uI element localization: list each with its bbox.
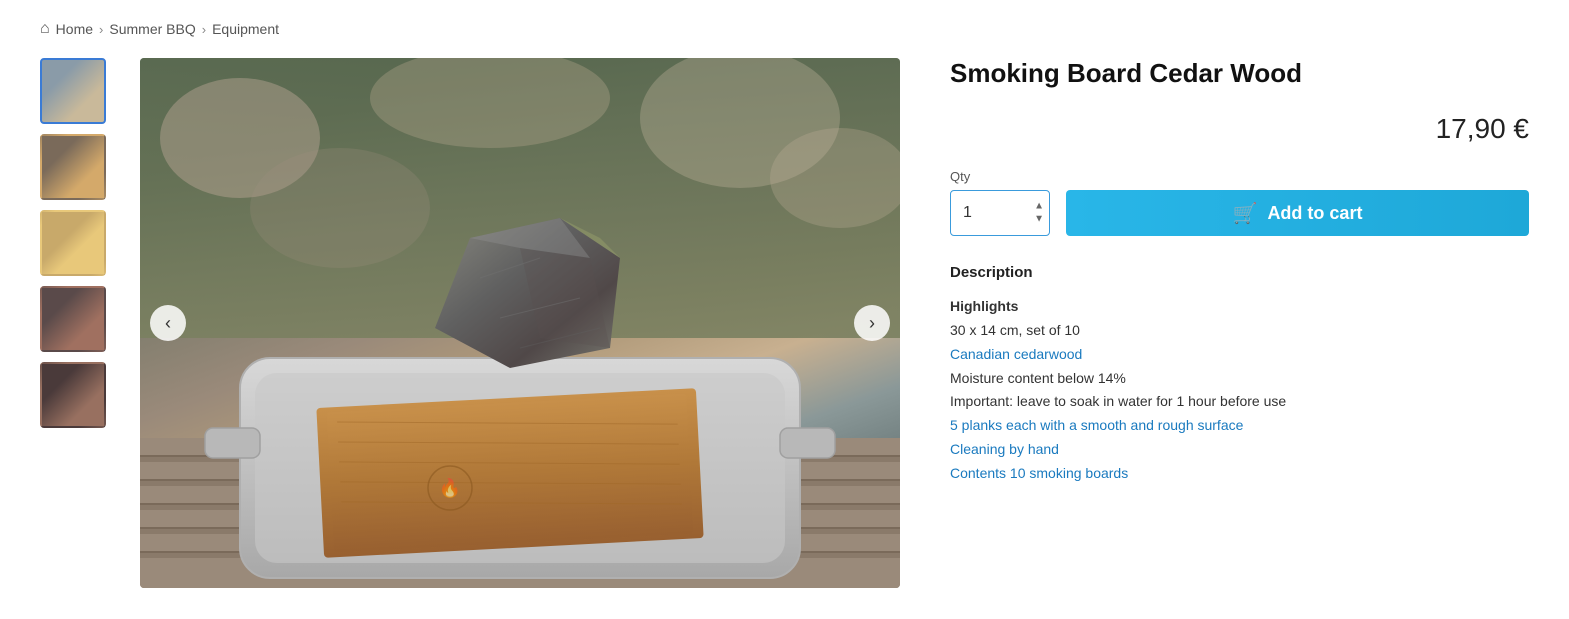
thumbnail-2[interactable] — [40, 134, 106, 200]
qty-input-wrapper: ▲ ▼ — [950, 190, 1050, 236]
add-to-cart-label: Add to cart — [1267, 203, 1362, 224]
description-list-item: Cleaning by hand — [950, 438, 1529, 462]
main-image-wrapper: 🔥 ‹ › — [140, 58, 900, 588]
thumbnail-list — [40, 58, 110, 428]
description-list-item: 30 x 14 cm, set of 10 — [950, 319, 1529, 343]
description-list-item: 5 planks each with a smooth and rough su… — [950, 414, 1529, 438]
product-info: Smoking Board Cedar Wood 17,90 € Qty ▲ ▼… — [930, 58, 1529, 486]
product-title: Smoking Board Cedar Wood — [950, 58, 1529, 89]
home-icon: ⌂ — [40, 20, 50, 38]
description-section: Description Highlights30 x 14 cm, set of… — [950, 264, 1529, 485]
svg-text:🔥: 🔥 — [439, 477, 461, 498]
thumbnail-5[interactable] — [40, 362, 106, 428]
breadcrumb-current: Equipment — [212, 21, 279, 37]
breadcrumb-sep2: › — [202, 22, 206, 37]
description-list-item: Moisture content below 14% — [950, 367, 1529, 391]
qty-increment-button[interactable]: ▲ — [1032, 201, 1046, 213]
description-list-item: Highlights — [950, 295, 1529, 319]
thumbnail-3[interactable] — [40, 210, 106, 276]
cart-icon: 🛒 — [1233, 201, 1258, 226]
next-arrow-button[interactable]: › — [854, 305, 890, 341]
qty-spinners: ▲ ▼ — [1032, 201, 1046, 226]
qty-label: Qty — [950, 169, 1529, 184]
product-price: 17,90 € — [950, 113, 1529, 145]
prev-arrow-button[interactable]: ‹ — [150, 305, 186, 341]
description-list-item: Important: leave to soak in water for 1 … — [950, 390, 1529, 414]
qty-cart-row: ▲ ▼ 🛒 Add to cart — [950, 190, 1529, 236]
description-title: Description — [950, 264, 1529, 281]
breadcrumb-summer-bbq[interactable]: Summer BBQ — [109, 21, 195, 37]
breadcrumb: ⌂ Home › Summer BBQ › Equipment — [40, 20, 1529, 38]
page-wrapper: ⌂ Home › Summer BBQ › Equipment — [0, 0, 1569, 608]
description-list-item: Canadian cedarwood — [950, 343, 1529, 367]
thumbnail-1[interactable] — [40, 58, 106, 124]
qty-decrement-button[interactable]: ▼ — [1032, 214, 1046, 226]
thumbnail-4[interactable] — [40, 286, 106, 352]
description-list-item: Contents 10 smoking boards — [950, 462, 1529, 486]
main-product-image: 🔥 — [140, 58, 900, 588]
description-list: Highlights30 x 14 cm, set of 10Canadian … — [950, 295, 1529, 485]
breadcrumb-home[interactable]: Home — [56, 21, 93, 37]
product-area: 🔥 ‹ › Smoking Board — [40, 58, 1529, 588]
breadcrumb-sep1: › — [99, 22, 103, 37]
qty-section: Qty ▲ ▼ 🛒 Add to cart — [950, 169, 1529, 236]
add-to-cart-button[interactable]: 🛒 Add to cart — [1066, 190, 1529, 236]
